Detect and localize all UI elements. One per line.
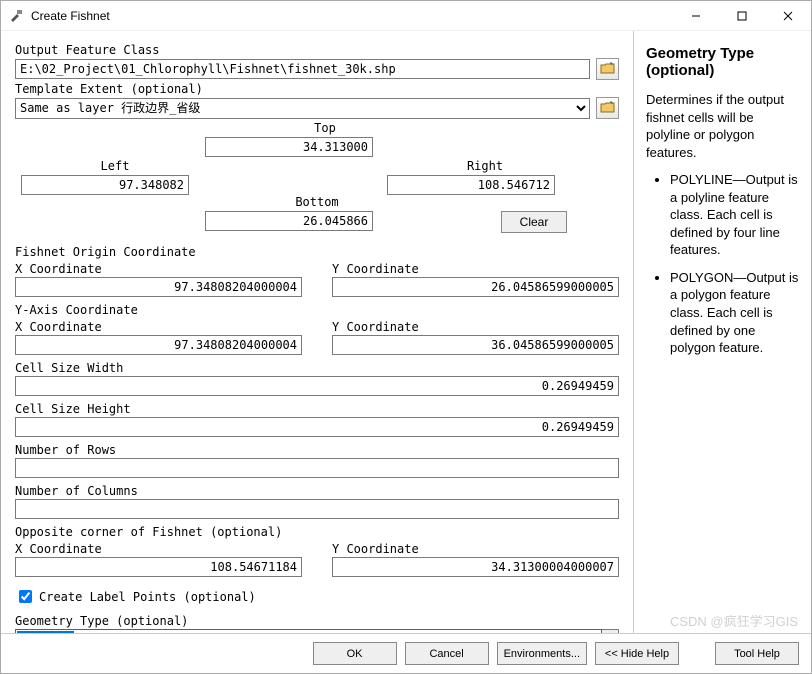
opp-y-label: Y Coordinate [332, 542, 619, 556]
output-input[interactable] [15, 59, 590, 79]
folder-open-icon [600, 100, 616, 117]
yaxis-label: Y-Axis Coordinate [15, 303, 619, 317]
body: Output Feature Class Template Extent (op… [1, 31, 811, 633]
titlebar: Create Fishnet [1, 1, 811, 31]
footer: OK Cancel Environments... << Hide Help T… [1, 633, 811, 673]
help-pane: Geometry Type (optional) Determines if t… [633, 31, 811, 633]
help-title: Geometry Type (optional) [646, 45, 799, 79]
origin-y-input[interactable] [332, 277, 619, 297]
cellh-label: Cell Size Height [15, 402, 619, 416]
window: Create Fishnet Output Feature Class Temp… [0, 0, 812, 674]
form-pane: Output Feature Class Template Extent (op… [1, 31, 633, 633]
help-bullet: POLYGON—Output is a polygon feature clas… [670, 269, 799, 357]
opp-label: Opposite corner of Fishnet (optional) [15, 525, 619, 539]
top-input[interactable] [205, 137, 373, 157]
cellw-input[interactable] [15, 376, 619, 396]
help-bullet: POLYLINE—Output is a polyline feature cl… [670, 171, 799, 259]
opp-x-label: X Coordinate [15, 542, 302, 556]
bottom-input[interactable] [205, 211, 373, 231]
geom-label: Geometry Type (optional) [15, 614, 619, 628]
yaxis-y-input[interactable] [332, 335, 619, 355]
output-label: Output Feature Class [15, 43, 619, 57]
nrows-label: Number of Rows [15, 443, 619, 457]
help-desc: Determines if the output fishnet cells w… [646, 91, 799, 161]
nrows-input[interactable] [15, 458, 619, 478]
origin-x-input[interactable] [15, 277, 302, 297]
yaxis-x-input[interactable] [15, 335, 302, 355]
window-title: Create Fishnet [31, 9, 673, 23]
geom-value: POLYGON [17, 631, 74, 633]
cellw-label: Cell Size Width [15, 361, 619, 375]
tool-help-button[interactable]: Tool Help [715, 642, 799, 665]
minimize-button[interactable] [673, 1, 719, 31]
yaxis-x-label: X Coordinate [15, 320, 302, 334]
bottom-label: Bottom [287, 195, 347, 209]
cancel-button[interactable]: Cancel [405, 642, 489, 665]
extent-grid: Top Left Right Bottom Clear [15, 121, 619, 239]
environments-button[interactable]: Environments... [497, 642, 587, 665]
origin-label: Fishnet Origin Coordinate [15, 245, 619, 259]
browse-output-button[interactable] [596, 58, 619, 80]
browse-template-button[interactable] [596, 97, 619, 119]
origin-x-label: X Coordinate [15, 262, 302, 276]
right-label: Right [455, 159, 515, 173]
maximize-button[interactable] [719, 1, 765, 31]
top-label: Top [295, 121, 355, 135]
right-input[interactable] [387, 175, 555, 195]
opp-x-input[interactable] [15, 557, 302, 577]
hide-help-button[interactable]: << Hide Help [595, 642, 679, 665]
origin-y-label: Y Coordinate [332, 262, 619, 276]
yaxis-y-label: Y Coordinate [332, 320, 619, 334]
ncols-label: Number of Columns [15, 484, 619, 498]
create-labels-label: Create Label Points (optional) [39, 590, 256, 604]
chevron-down-icon[interactable] [602, 629, 620, 633]
hammer-icon [9, 8, 25, 24]
cellh-input[interactable] [15, 417, 619, 437]
help-list: POLYLINE—Output is a polyline feature cl… [646, 171, 799, 356]
close-button[interactable] [765, 1, 811, 31]
opp-y-input[interactable] [332, 557, 619, 577]
create-labels-checkbox[interactable] [19, 590, 32, 603]
left-label: Left [85, 159, 145, 173]
ok-button[interactable]: OK [313, 642, 397, 665]
ncols-input[interactable] [15, 499, 619, 519]
left-input[interactable] [21, 175, 189, 195]
folder-open-icon [600, 61, 616, 78]
clear-button[interactable]: Clear [501, 211, 567, 233]
template-label: Template Extent (optional) [15, 82, 619, 96]
template-select[interactable]: Same as layer 行政边界_省级 [15, 98, 590, 119]
window-controls [673, 1, 811, 31]
geom-select[interactable]: POLYGON [15, 629, 619, 633]
